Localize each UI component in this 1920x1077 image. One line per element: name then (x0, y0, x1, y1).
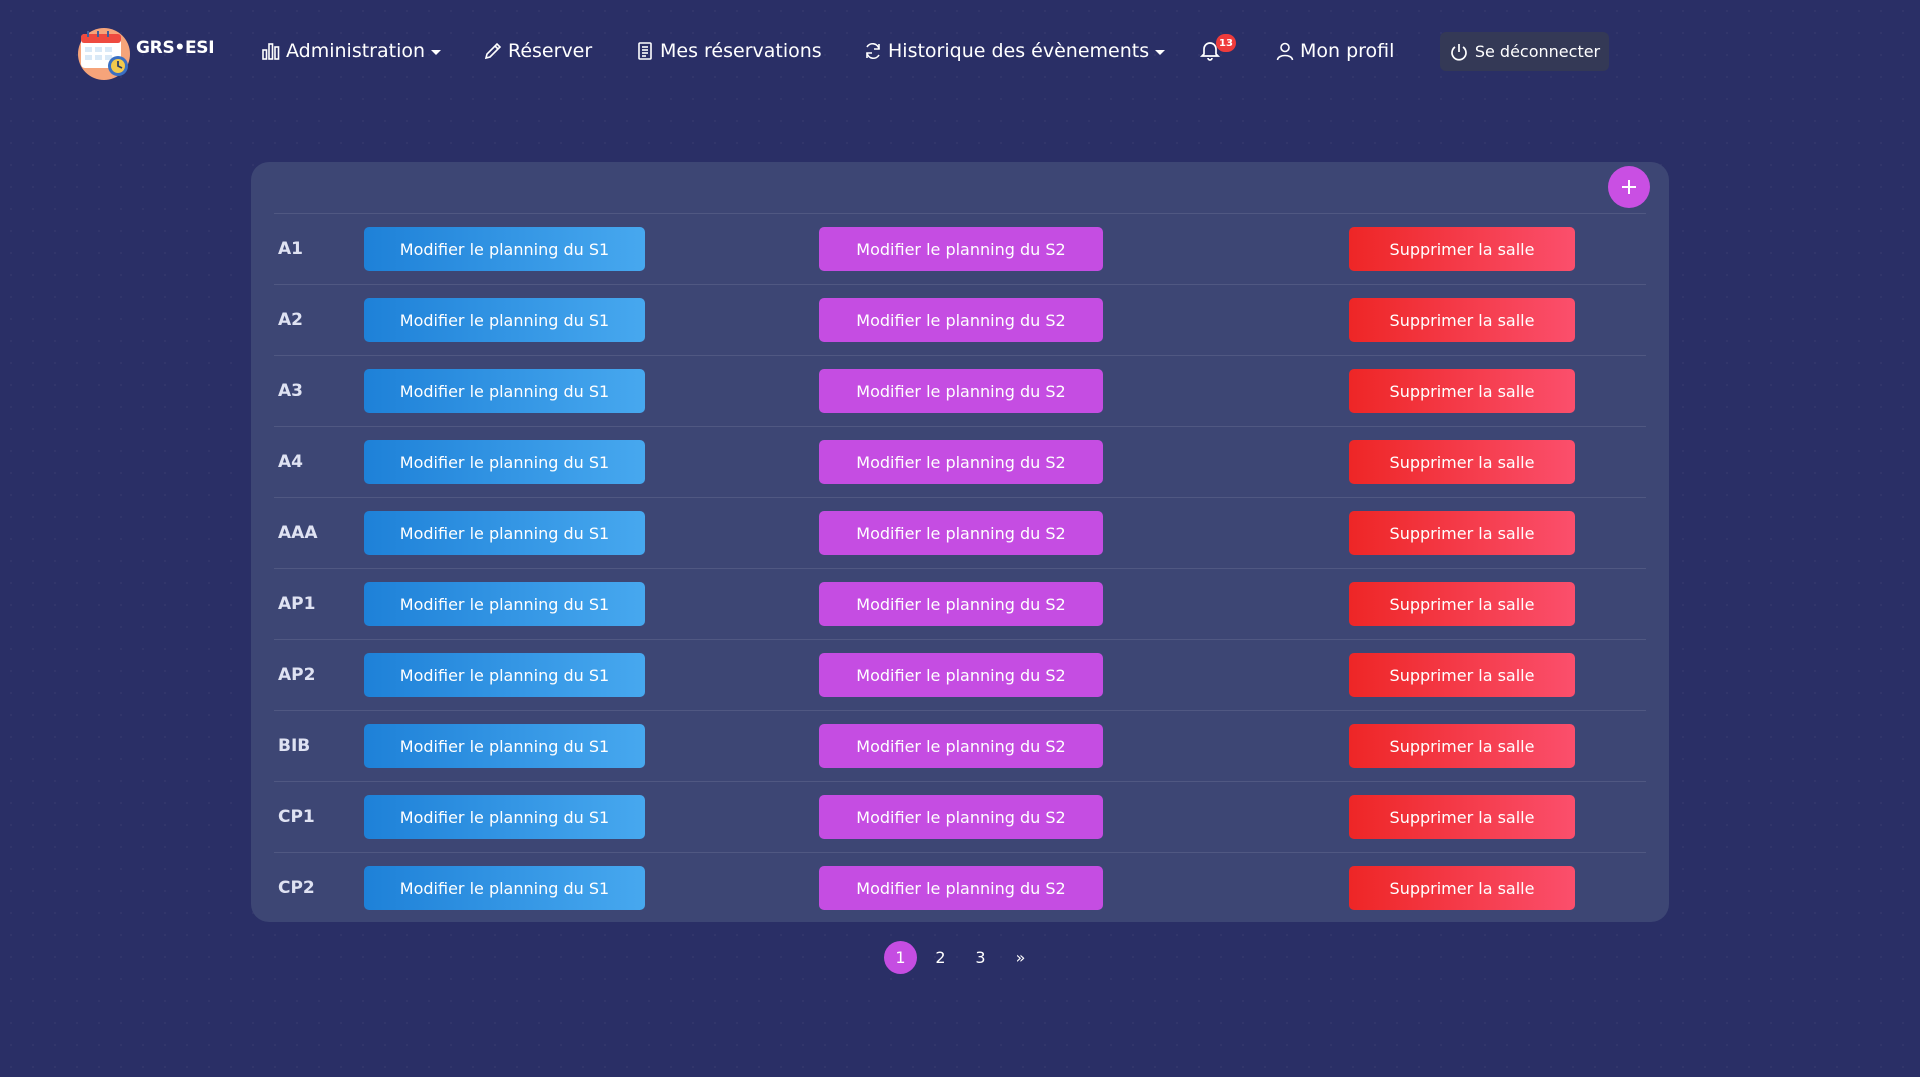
delete-room-button[interactable]: Supprimer la salle (1349, 298, 1575, 342)
nav-reserver[interactable]: Réserver (482, 37, 592, 65)
table-row: CP1 Modifier le planning du S1 Modifier … (274, 781, 1646, 852)
table-row: CP2 Modifier le planning du S1 Modifier … (274, 852, 1646, 923)
rooms-card: A1 Modifier le planning du S1 Modifier l… (251, 162, 1669, 922)
edit-s1-planning-button[interactable]: Modifier le planning du S1 (364, 511, 645, 555)
room-name: CP1 (278, 807, 315, 827)
edit-s1-planning-button[interactable]: Modifier le planning du S1 (364, 653, 645, 697)
delete-room-button[interactable]: Supprimer la salle (1349, 653, 1575, 697)
nav-reserver-label: Réserver (508, 40, 593, 62)
room-name: CP2 (278, 878, 315, 898)
nav-historique-label: Historique des évènements (888, 40, 1150, 62)
page-3-link[interactable]: 3 (964, 941, 997, 974)
delete-room-button[interactable]: Supprimer la salle (1349, 227, 1575, 271)
edit-s2-planning-button[interactable]: Modifier le planning du S2 (819, 795, 1103, 839)
delete-room-button[interactable]: Supprimer la salle (1349, 440, 1575, 484)
room-name: A1 (278, 239, 303, 259)
document-icon (634, 40, 656, 62)
room-name: AP2 (278, 665, 316, 685)
next-page-link[interactable]: » (1004, 941, 1037, 974)
logout-button[interactable]: Se déconnecter (1440, 32, 1609, 71)
room-name: A3 (278, 381, 303, 401)
pencil-icon (482, 40, 504, 62)
edit-s2-planning-button[interactable]: Modifier le planning du S2 (819, 724, 1103, 768)
delete-room-button[interactable]: Supprimer la salle (1349, 866, 1575, 910)
edit-s2-planning-button[interactable]: Modifier le planning du S2 (819, 582, 1103, 626)
notifications-button[interactable]: 13 (1198, 34, 1238, 68)
page-1-link[interactable]: 1 (884, 940, 917, 974)
notification-count-badge: 13 (1216, 34, 1236, 52)
room-name: AAA (278, 523, 318, 543)
table-row: A1 Modifier le planning du S1 Modifier l… (274, 213, 1646, 284)
chevron-down-icon (1155, 49, 1166, 55)
delete-room-button[interactable]: Supprimer la salle (1349, 511, 1575, 555)
chevron-down-icon (431, 49, 442, 55)
rooms-table: A1 Modifier le planning du S1 Modifier l… (274, 213, 1646, 923)
bar-chart-icon (260, 40, 282, 62)
edit-s2-planning-button[interactable]: Modifier le planning du S2 (819, 440, 1103, 484)
edit-s1-planning-button[interactable]: Modifier le planning du S1 (364, 440, 645, 484)
nav-administration[interactable]: Administration (260, 37, 442, 65)
nav-historique[interactable]: Historique des évènements (862, 37, 1166, 65)
brand-name[interactable]: GRS•ESI (136, 38, 215, 58)
nav-mon-profil[interactable]: Mon profil (1274, 37, 1394, 65)
table-row: AP1 Modifier le planning du S1 Modifier … (274, 568, 1646, 639)
edit-s1-planning-button[interactable]: Modifier le planning du S1 (364, 795, 645, 839)
power-icon (1449, 42, 1469, 62)
delete-room-button[interactable]: Supprimer la salle (1349, 724, 1575, 768)
room-name: A2 (278, 310, 303, 330)
room-name: BIB (278, 736, 311, 756)
edit-s1-planning-button[interactable]: Modifier le planning du S1 (364, 227, 645, 271)
edit-s2-planning-button[interactable]: Modifier le planning du S2 (819, 653, 1103, 697)
table-row: A3 Modifier le planning du S1 Modifier l… (274, 355, 1646, 426)
logout-label: Se déconnecter (1474, 42, 1601, 61)
nav-mes-reservations[interactable]: Mes réservations (634, 37, 822, 65)
refresh-icon (862, 40, 884, 62)
delete-room-button[interactable]: Supprimer la salle (1349, 582, 1575, 626)
nav-administration-label: Administration (286, 40, 426, 62)
delete-room-button[interactable]: Supprimer la salle (1349, 795, 1575, 839)
room-name: AP1 (278, 594, 316, 614)
room-name: A4 (278, 452, 303, 472)
pagination: 1 2 3 » (884, 940, 1044, 974)
table-row: A4 Modifier le planning du S1 Modifier l… (274, 426, 1646, 497)
edit-s1-planning-button[interactable]: Modifier le planning du S1 (364, 866, 645, 910)
edit-s2-planning-button[interactable]: Modifier le planning du S2 (819, 369, 1103, 413)
edit-s1-planning-button[interactable]: Modifier le planning du S1 (364, 369, 645, 413)
nav-mon-profil-label: Mon profil (1300, 40, 1395, 62)
table-row: BIB Modifier le planning du S1 Modifier … (274, 710, 1646, 781)
nav-mes-reservations-label: Mes réservations (660, 40, 822, 62)
edit-s1-planning-button[interactable]: Modifier le planning du S1 (364, 298, 645, 342)
user-icon (1274, 40, 1296, 62)
delete-room-button[interactable]: Supprimer la salle (1349, 369, 1575, 413)
page-2-link[interactable]: 2 (924, 941, 957, 974)
table-row: AP2 Modifier le planning du S1 Modifier … (274, 639, 1646, 710)
add-room-button[interactable] (1608, 166, 1650, 208)
edit-s2-planning-button[interactable]: Modifier le planning du S2 (819, 866, 1103, 910)
edit-s2-planning-button[interactable]: Modifier le planning du S2 (819, 298, 1103, 342)
edit-s1-planning-button[interactable]: Modifier le planning du S1 (364, 582, 645, 626)
table-row: AAA Modifier le planning du S1 Modifier … (274, 497, 1646, 568)
edit-s2-planning-button[interactable]: Modifier le planning du S2 (819, 227, 1103, 271)
edit-s2-planning-button[interactable]: Modifier le planning du S2 (819, 511, 1103, 555)
app-logo-icon[interactable] (76, 24, 132, 80)
navbar: GRS•ESI Administration Réserver Mes rése… (0, 0, 1920, 102)
table-row: A2 Modifier le planning du S1 Modifier l… (274, 284, 1646, 355)
plus-icon (1622, 180, 1636, 194)
edit-s1-planning-button[interactable]: Modifier le planning du S1 (364, 724, 645, 768)
